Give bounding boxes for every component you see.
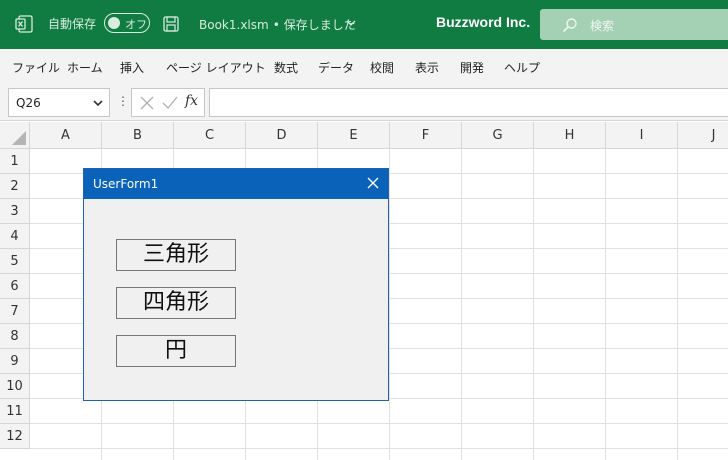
select-all-icon <box>12 131 26 145</box>
row-header[interactable]: 6 <box>0 274 30 299</box>
autosave-toggle[interactable]: オフ <box>104 13 150 33</box>
menu-review[interactable]: 校閲 <box>370 59 394 76</box>
column-header[interactable]: J <box>678 122 728 149</box>
column-header[interactable]: I <box>606 122 678 149</box>
toggle-knob <box>108 17 120 29</box>
circle-button[interactable]: 円 <box>116 335 236 367</box>
menu-data[interactable]: データ <box>318 59 354 76</box>
title-bar: 自動保存 オフ Book1.xlsm • 保存しました Buzzword Inc. … <box>0 0 728 49</box>
menu-view[interactable]: 表示 <box>415 59 439 76</box>
row-header[interactable]: 10 <box>0 374 30 399</box>
name-box-value: Q26 <box>16 96 41 110</box>
row-header[interactable]: 2 <box>0 174 30 199</box>
userform-dialog: UserForm1 三角形 四角形 円 <box>83 168 389 401</box>
column-header[interactable]: G <box>462 122 534 149</box>
gridline-vertical <box>461 149 462 460</box>
column-header[interactable]: H <box>534 122 606 149</box>
row-header[interactable]: 8 <box>0 324 30 349</box>
row-header[interactable]: 1 <box>0 149 30 174</box>
menu-page-layout[interactable]: ページ レイアウト <box>166 59 266 76</box>
company-name: Buzzword Inc. <box>436 14 531 30</box>
column-header[interactable]: D <box>246 122 318 149</box>
save-status: 保存しました <box>283 18 356 32</box>
gridline-vertical <box>677 149 678 460</box>
menu-home[interactable]: ホーム <box>67 59 103 76</box>
menu-formulas[interactable]: 数式 <box>274 59 298 76</box>
autosave-state: オフ <box>125 18 147 31</box>
gridline-vertical <box>389 149 390 460</box>
cancel-icon[interactable] <box>140 96 154 110</box>
search-box[interactable]: 検索 <box>540 9 728 40</box>
select-all-button[interactable] <box>0 122 30 149</box>
ribbon-menu: ファイル ホーム 挿入 ページ レイアウト 数式 データ 校閲 表示 開発 ヘル… <box>0 49 728 85</box>
row-header[interactable]: 3 <box>0 199 30 224</box>
excel-app-icon <box>15 15 33 33</box>
search-placeholder: 検索 <box>590 19 615 33</box>
check-icon[interactable] <box>162 96 178 110</box>
insert-function-button[interactable]: fx <box>185 93 198 109</box>
file-name: Book1.xlsm <box>199 18 269 32</box>
formula-input[interactable] <box>209 88 728 117</box>
column-header[interactable]: E <box>318 122 390 149</box>
chevron-down-icon[interactable] <box>93 99 103 107</box>
row-header[interactable]: 12 <box>0 424 30 449</box>
row-header[interactable]: 7 <box>0 299 30 324</box>
menu-help[interactable]: ヘルプ <box>504 59 540 76</box>
gridline-vertical <box>533 149 534 460</box>
row-header[interactable]: 9 <box>0 349 30 374</box>
column-header[interactable]: F <box>390 122 462 149</box>
document-title[interactable]: Book1.xlsm • 保存しました <box>199 16 356 33</box>
chevron-down-icon[interactable] <box>346 19 356 27</box>
title-separator: • <box>272 18 280 32</box>
close-icon[interactable] <box>367 177 379 189</box>
formula-bar: Q26 ⋮ fx <box>0 85 728 121</box>
autosave-label: 自動保存 <box>48 17 97 31</box>
menu-insert[interactable]: 挿入 <box>120 59 144 76</box>
row-header[interactable]: 11 <box>0 399 30 424</box>
userform-titlebar[interactable]: UserForm1 <box>84 169 388 199</box>
row-header[interactable]: 5 <box>0 249 30 274</box>
gridline-vertical <box>605 149 606 460</box>
column-header[interactable]: B <box>102 122 174 149</box>
save-icon[interactable] <box>162 15 180 33</box>
formula-buttons: fx <box>131 88 205 117</box>
search-icon <box>562 18 577 33</box>
name-box[interactable]: Q26 <box>8 88 110 117</box>
menu-file[interactable]: ファイル <box>12 59 60 76</box>
row-header[interactable]: 4 <box>0 224 30 249</box>
menu-developer[interactable]: 開発 <box>460 59 484 76</box>
column-header[interactable]: C <box>174 122 246 149</box>
formula-bar-grip[interactable]: ⋮ <box>117 94 129 108</box>
square-button[interactable]: 四角形 <box>116 287 236 319</box>
gridline-horizontal <box>30 423 728 424</box>
triangle-button[interactable]: 三角形 <box>116 239 236 271</box>
gridline-horizontal <box>30 448 728 449</box>
userform-title: UserForm1 <box>93 177 159 191</box>
column-header[interactable]: A <box>30 122 102 149</box>
